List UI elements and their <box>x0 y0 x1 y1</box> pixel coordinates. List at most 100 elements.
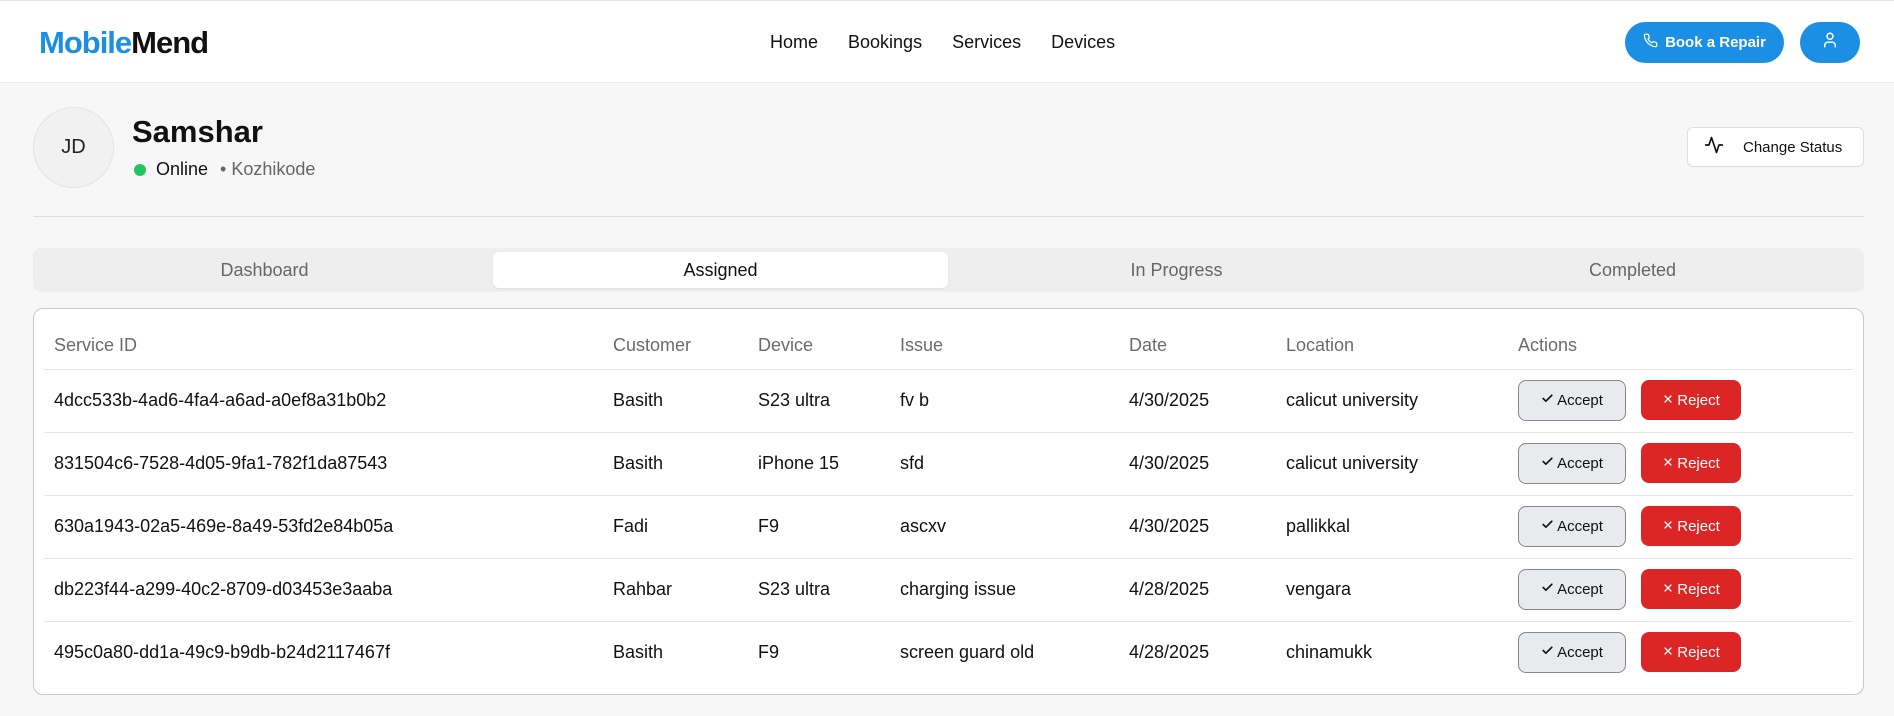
cell-service-id: 630a1943-02a5-469e-8a49-53fd2e84b05a <box>54 516 394 536</box>
cell-customer: Fadi <box>613 516 649 536</box>
cell-date: 4/28/2025 <box>1129 642 1210 662</box>
change-status-label: Change Status <box>1743 138 1843 156</box>
phone-icon <box>1643 33 1658 52</box>
x-icon <box>1662 581 1674 598</box>
user-icon <box>1821 31 1839 54</box>
status-text: Online <box>156 159 209 179</box>
cell-device: S23 ultra <box>758 579 831 599</box>
cell-customer: Rahbar <box>613 579 673 599</box>
accept-button[interactable]: Accept <box>1518 443 1626 484</box>
book-repair-label: Book a Repair <box>1665 34 1766 51</box>
cell-date: 4/30/2025 <box>1129 516 1210 536</box>
cell-device: F9 <box>758 516 780 536</box>
accept-button[interactable]: Accept <box>1518 569 1626 610</box>
reject-label: Reject <box>1677 643 1720 661</box>
cell-date: 4/28/2025 <box>1129 579 1210 599</box>
cell-location: vengara <box>1286 579 1352 599</box>
header-location: Location <box>1286 335 1355 355</box>
accept-label: Accept <box>1557 392 1603 409</box>
profile-name: Samshar <box>132 114 263 149</box>
nav-services[interactable]: Services <box>952 32 1021 53</box>
cell-customer: Basith <box>613 642 664 662</box>
nav-bookings[interactable]: Bookings <box>848 32 922 53</box>
check-icon <box>1541 581 1554 598</box>
reject-label: Reject <box>1677 517 1720 535</box>
cell-location: calicut university <box>1286 390 1419 410</box>
header-actions: Actions <box>1518 335 1578 355</box>
tab-bar: Dashboard Assigned In Progress Completed <box>33 248 1864 292</box>
activity-icon <box>1704 135 1724 159</box>
reject-button[interactable]: Reject <box>1641 632 1741 672</box>
reject-button[interactable]: Reject <box>1641 506 1741 546</box>
brand-logo-part2: Mend <box>131 25 209 60</box>
cell-customer: Basith <box>613 453 664 473</box>
cell-customer: Basith <box>613 390 664 410</box>
header-device: Device <box>758 335 814 355</box>
cell-issue: charging issue <box>900 579 1017 599</box>
cell-location: calicut university <box>1286 453 1419 473</box>
cell-issue: sfd <box>900 453 925 473</box>
accept-label: Accept <box>1557 644 1603 661</box>
check-icon <box>1541 455 1554 472</box>
table-row: db223f44-a299-40c2-8709-d03453e3aaba Rah… <box>44 558 1853 621</box>
accept-label: Accept <box>1557 518 1603 535</box>
main-nav: Home Bookings Services Devices <box>770 32 1115 53</box>
location-text: • Kozhikode <box>220 159 316 179</box>
brand-logo[interactable]: MobileMend <box>39 25 209 61</box>
table-row: 831504c6-7528-4d05-9fa1-782f1da87543 Bas… <box>44 432 1853 495</box>
accept-label: Accept <box>1557 455 1603 472</box>
cell-location: chinamukk <box>1286 642 1373 662</box>
avatar: JD <box>33 107 114 188</box>
cell-device: F9 <box>758 642 780 662</box>
tab-dashboard[interactable]: Dashboard <box>37 252 492 288</box>
cell-device: S23 ultra <box>758 390 831 410</box>
check-icon <box>1541 518 1554 535</box>
x-icon <box>1662 392 1674 409</box>
table-row: 4dcc533b-4ad6-4fa4-a6ad-a0ef8a31b0b2 Bas… <box>44 369 1853 432</box>
cell-service-id: 495c0a80-dd1a-49c9-b9db-b24d2117467f <box>54 642 390 662</box>
header-service-id: Service ID <box>54 335 138 355</box>
assigned-services-table: Service ID Customer Device Issue Date Lo… <box>33 308 1864 695</box>
reject-button[interactable]: Reject <box>1641 569 1741 609</box>
divider <box>33 216 1864 217</box>
book-repair-button[interactable]: Book a Repair <box>1625 22 1784 63</box>
change-status-button[interactable]: Change Status <box>1687 127 1864 167</box>
brand-logo-part1: Mobile <box>39 25 132 60</box>
cell-service-id: 831504c6-7528-4d05-9fa1-782f1da87543 <box>54 453 388 473</box>
status-line: Online • Kozhikode <box>134 159 315 180</box>
cell-location: pallikkal <box>1286 516 1351 536</box>
header-date: Date <box>1129 335 1168 355</box>
reject-button[interactable]: Reject <box>1641 443 1741 483</box>
cell-device: iPhone 15 <box>758 453 840 473</box>
accept-button[interactable]: Accept <box>1518 506 1626 547</box>
check-icon <box>1541 392 1554 409</box>
user-menu-button[interactable] <box>1800 22 1860 63</box>
reject-label: Reject <box>1677 391 1720 409</box>
navbar: MobileMend Home Bookings Services Device… <box>0 0 1894 83</box>
cell-date: 4/30/2025 <box>1129 390 1210 410</box>
tab-completed[interactable]: Completed <box>1405 252 1860 288</box>
online-status-dot <box>134 163 146 176</box>
tab-in-progress[interactable]: In Progress <box>949 252 1404 288</box>
cell-issue: ascxv <box>900 516 947 536</box>
nav-devices[interactable]: Devices <box>1051 32 1115 53</box>
cell-date: 4/30/2025 <box>1129 453 1210 473</box>
table-row: 495c0a80-dd1a-49c9-b9db-b24d2117467f Bas… <box>44 621 1853 684</box>
x-icon <box>1662 455 1674 472</box>
check-icon <box>1541 644 1554 661</box>
nav-home[interactable]: Home <box>770 32 818 53</box>
cell-issue: fv b <box>900 390 930 410</box>
reject-label: Reject <box>1677 580 1720 598</box>
cell-issue: screen guard old <box>900 642 1035 662</box>
table-row: 630a1943-02a5-469e-8a49-53fd2e84b05a Fad… <box>44 495 1853 558</box>
x-icon <box>1662 518 1674 535</box>
tab-assigned[interactable]: Assigned <box>493 252 948 288</box>
header-customer: Customer <box>613 335 692 355</box>
reject-label: Reject <box>1677 454 1720 472</box>
reject-button[interactable]: Reject <box>1641 380 1741 420</box>
cell-service-id: 4dcc533b-4ad6-4fa4-a6ad-a0ef8a31b0b2 <box>54 390 387 410</box>
accept-button[interactable]: Accept <box>1518 632 1626 673</box>
header-issue: Issue <box>900 335 944 355</box>
accept-button[interactable]: Accept <box>1518 380 1626 421</box>
cell-service-id: db223f44-a299-40c2-8709-d03453e3aaba <box>54 579 393 599</box>
